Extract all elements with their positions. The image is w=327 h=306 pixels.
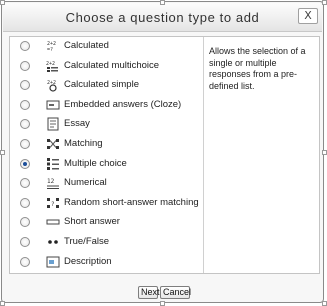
option-short-answer[interactable]: Short answer xyxy=(10,213,203,233)
dialog-title: Choose a question type to add xyxy=(65,10,260,25)
resize-handle-left[interactable] xyxy=(0,150,5,155)
option-calculated-multichoice[interactable]: 2+2 Calculated multichoice xyxy=(10,57,203,77)
radio-essay[interactable] xyxy=(20,119,30,130)
option-label: Calculated simple xyxy=(64,79,139,91)
resize-handle-top-right[interactable] xyxy=(322,0,327,5)
option-multiple-choice[interactable]: Multiple choice xyxy=(10,154,203,175)
option-true-false[interactable]: True/False xyxy=(10,233,203,253)
multichoice-icon xyxy=(47,157,59,170)
radio-calculated-multichoice[interactable] xyxy=(20,60,30,71)
question-type-description: Allows the selection of a single or mult… xyxy=(209,46,306,91)
option-label: Matching xyxy=(64,137,103,149)
radio-description[interactable] xyxy=(20,256,30,267)
option-label: Calculated xyxy=(64,40,109,51)
option-label: Random short-answer matching xyxy=(64,196,199,208)
option-numerical[interactable]: 12 Numerical xyxy=(10,174,203,194)
radio-calculated[interactable] xyxy=(20,41,30,51)
option-essay[interactable]: Essay xyxy=(10,115,203,135)
cloze-icon xyxy=(46,100,60,110)
option-matching[interactable]: Matching xyxy=(10,135,203,155)
radio-multiple-choice[interactable] xyxy=(20,158,30,169)
option-label: Calculated multichoice xyxy=(64,59,160,71)
option-cloze[interactable]: Embedded answers (Cloze) xyxy=(10,96,203,116)
option-label: Embedded answers (Cloze) xyxy=(64,98,182,110)
essay-icon xyxy=(47,117,59,131)
calculated-simple-icon: 2+2 xyxy=(47,80,57,92)
radio-short-answer[interactable] xyxy=(20,217,30,228)
resize-handle-top[interactable] xyxy=(160,0,165,5)
option-label: Numerical xyxy=(64,177,107,189)
cancel-button[interactable]: Cancel xyxy=(160,286,191,299)
calculated-multichoice-icon: 2+2 xyxy=(46,61,58,72)
option-label: Description xyxy=(64,255,112,267)
resize-handle-right[interactable] xyxy=(322,150,327,155)
calculated-icon: 2+2 =? xyxy=(47,41,56,53)
option-calculated-simple[interactable]: 2+2 Calculated simple xyxy=(10,76,203,96)
option-description[interactable]: Description xyxy=(10,253,203,273)
close-button[interactable]: X xyxy=(298,8,318,24)
resize-handle-bottom-right[interactable] xyxy=(322,301,327,306)
svg-text:=?: =? xyxy=(47,47,53,53)
true-false-icon xyxy=(48,240,58,244)
option-label: Multiple choice xyxy=(64,157,127,169)
description-icon xyxy=(46,256,60,268)
random-matching-icon: ? xyxy=(47,197,59,208)
option-random-short-answer-matching[interactable]: ? Random short-answer matching xyxy=(10,194,203,214)
option-label: Essay xyxy=(64,118,90,130)
radio-calculated-simple[interactable] xyxy=(20,80,30,91)
dialog-content: 2+2 =? Calculated 2+2 Calculated multich… xyxy=(9,36,320,274)
question-type-list: 2+2 =? Calculated 2+2 Calculated multich… xyxy=(10,37,204,273)
option-calculated[interactable]: 2+2 =? Calculated xyxy=(10,37,203,57)
svg-text:2+2: 2+2 xyxy=(46,61,55,67)
next-button[interactable]: Next xyxy=(138,286,160,299)
radio-cloze[interactable] xyxy=(20,99,30,110)
radio-matching[interactable] xyxy=(20,138,30,149)
resize-handle-bottom-left[interactable] xyxy=(0,301,5,306)
option-label: True/False xyxy=(64,235,110,247)
resize-handle-top-left[interactable] xyxy=(0,0,5,5)
svg-text:?: ? xyxy=(51,201,54,208)
option-label: Short answer xyxy=(64,216,120,228)
dialog-titlebar[interactable]: Choose a question type to add X xyxy=(3,3,322,32)
radio-numerical[interactable] xyxy=(20,178,30,189)
radio-true-false[interactable] xyxy=(20,236,30,247)
numerical-icon: 12 xyxy=(47,178,59,190)
svg-text:12: 12 xyxy=(47,178,55,185)
question-type-dialog: Choose a question type to add X 2+2 =? C… xyxy=(1,1,324,303)
short-answer-icon xyxy=(46,219,60,225)
resize-handle-bottom[interactable] xyxy=(160,301,165,306)
matching-icon xyxy=(47,138,59,149)
radio-random-short-answer-matching[interactable] xyxy=(20,197,30,208)
